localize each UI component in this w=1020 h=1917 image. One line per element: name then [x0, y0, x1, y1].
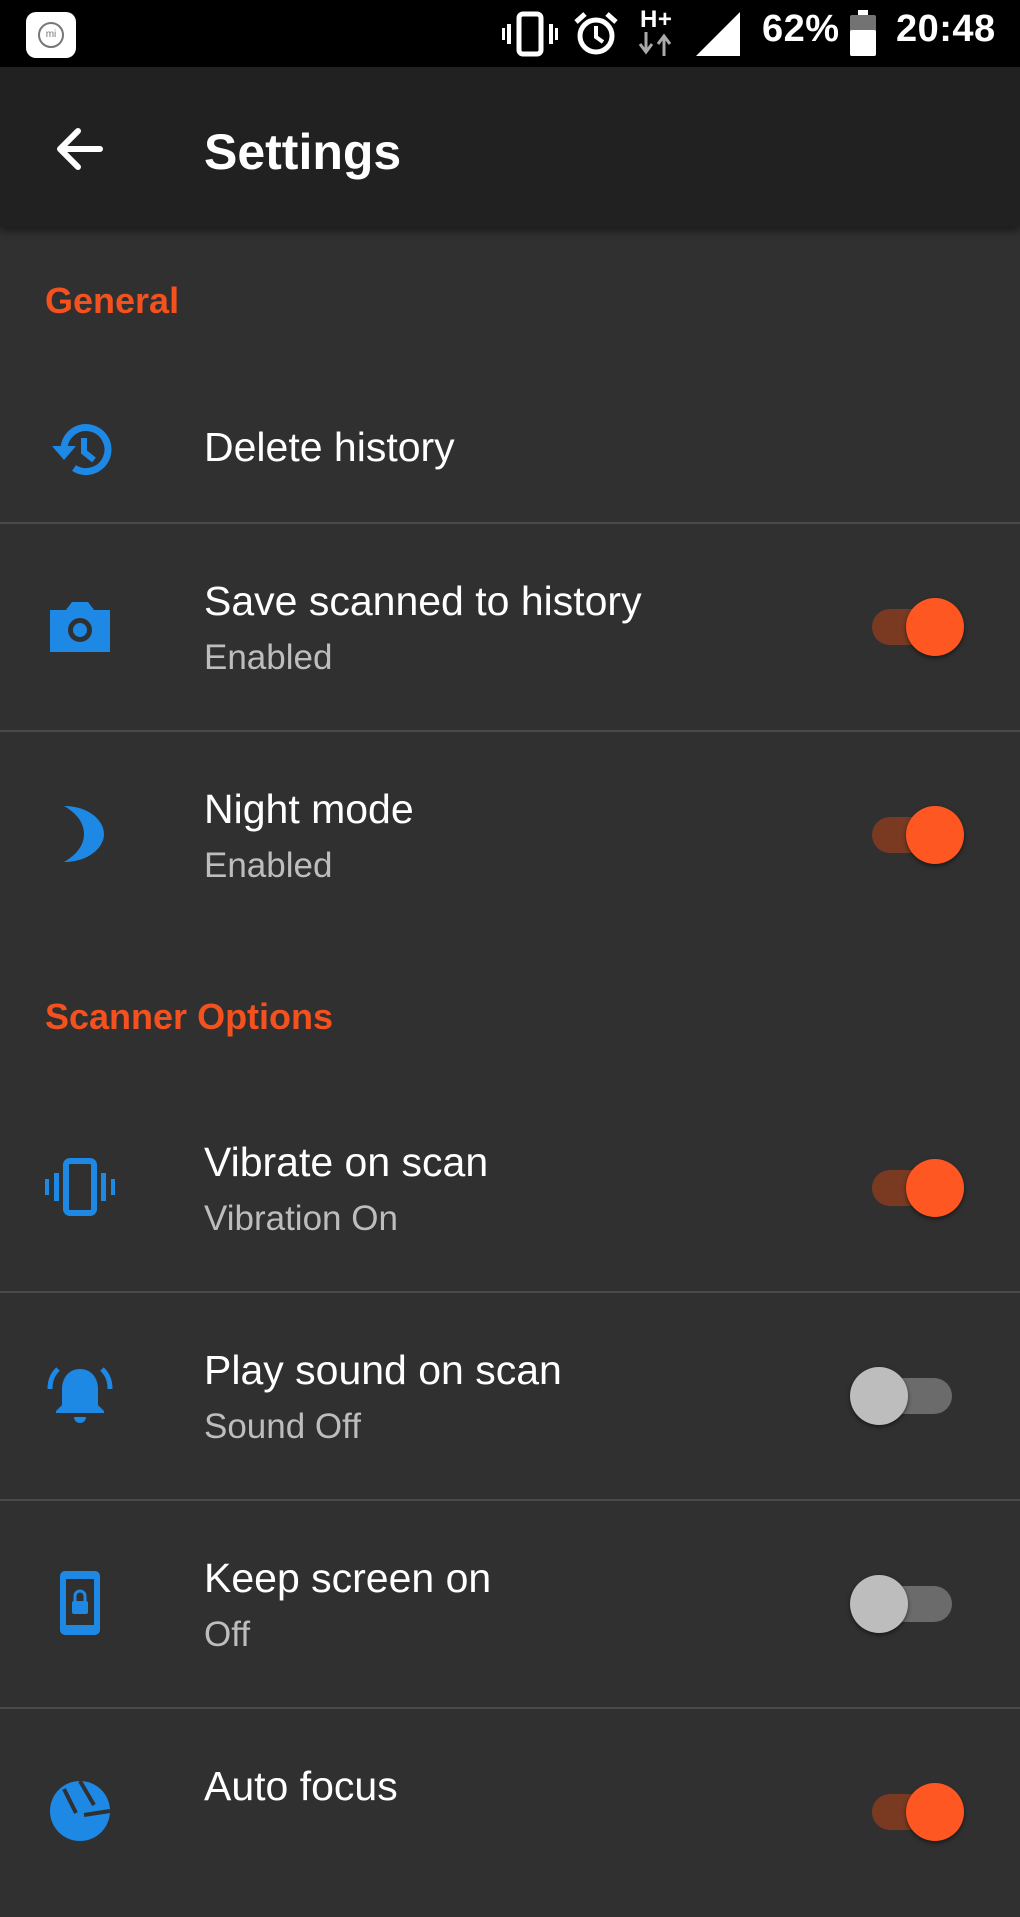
pref-keep-screen-on[interactable]: Keep screen on Off	[0, 1501, 1020, 1709]
data-activity-icon	[638, 32, 672, 56]
app-notification-icon: mi	[26, 12, 76, 58]
save-scanned-toggle[interactable]	[850, 592, 970, 662]
network-type: H+	[640, 6, 673, 33]
section-header-general: General	[45, 280, 180, 321]
pref-summary: Enabled	[204, 846, 333, 885]
signal-icon	[696, 12, 740, 56]
battery-percent: 62%	[762, 8, 840, 50]
pref-play-sound-on-scan[interactable]: Play sound on scan Sound Off	[0, 1293, 1020, 1501]
pref-save-scanned[interactable]: Save scanned to history Enabled	[0, 524, 1020, 732]
play-sound-toggle[interactable]	[850, 1361, 970, 1431]
app-bar: Settings	[0, 67, 1020, 227]
page-title: Settings	[204, 124, 402, 180]
aperture-icon	[50, 1779, 111, 1841]
night-mode-toggle[interactable]	[850, 800, 970, 870]
screen-lock-icon	[60, 1571, 100, 1635]
pref-delete-history[interactable]: Delete history	[0, 380, 1020, 520]
pref-summary: Enabled	[204, 638, 333, 677]
pref-auto-focus[interactable]: Auto focus	[0, 1709, 1020, 1917]
vibrate-toggle[interactable]	[850, 1153, 970, 1223]
pref-summary: Sound Off	[204, 1407, 361, 1446]
vibrate-status-icon	[502, 11, 558, 57]
pref-summary: Off	[204, 1615, 251, 1654]
pref-night-mode[interactable]: Night mode Enabled	[0, 732, 1020, 940]
moon-icon	[64, 806, 104, 862]
status-bar: mi H+ 62% 20:48	[0, 0, 1020, 67]
vibration-icon	[45, 1158, 115, 1216]
pref-title: Vibrate on scan	[204, 1139, 489, 1185]
clock: 20:48	[896, 8, 996, 50]
pref-title: Play sound on scan	[204, 1347, 562, 1393]
pref-title: Auto focus	[204, 1763, 398, 1809]
bell-ringing-icon	[47, 1367, 113, 1423]
camera-icon	[50, 602, 110, 652]
pref-title: Keep screen on	[204, 1555, 492, 1601]
back-arrow-icon[interactable]	[50, 119, 110, 179]
alarm-status-icon	[574, 12, 618, 55]
pref-title: Save scanned to history	[204, 578, 642, 624]
section-header-scanner-options: Scanner Options	[45, 996, 334, 1037]
pref-summary: Vibration On	[204, 1199, 398, 1238]
pref-vibrate-on-scan[interactable]: Vibrate on scan Vibration On	[0, 1085, 1020, 1293]
pref-title: Delete history	[204, 424, 455, 470]
history-icon	[52, 424, 112, 476]
pref-title: Night mode	[204, 786, 414, 832]
keep-screen-toggle[interactable]	[850, 1569, 970, 1639]
auto-focus-toggle[interactable]	[850, 1777, 970, 1847]
battery-icon	[850, 10, 876, 56]
